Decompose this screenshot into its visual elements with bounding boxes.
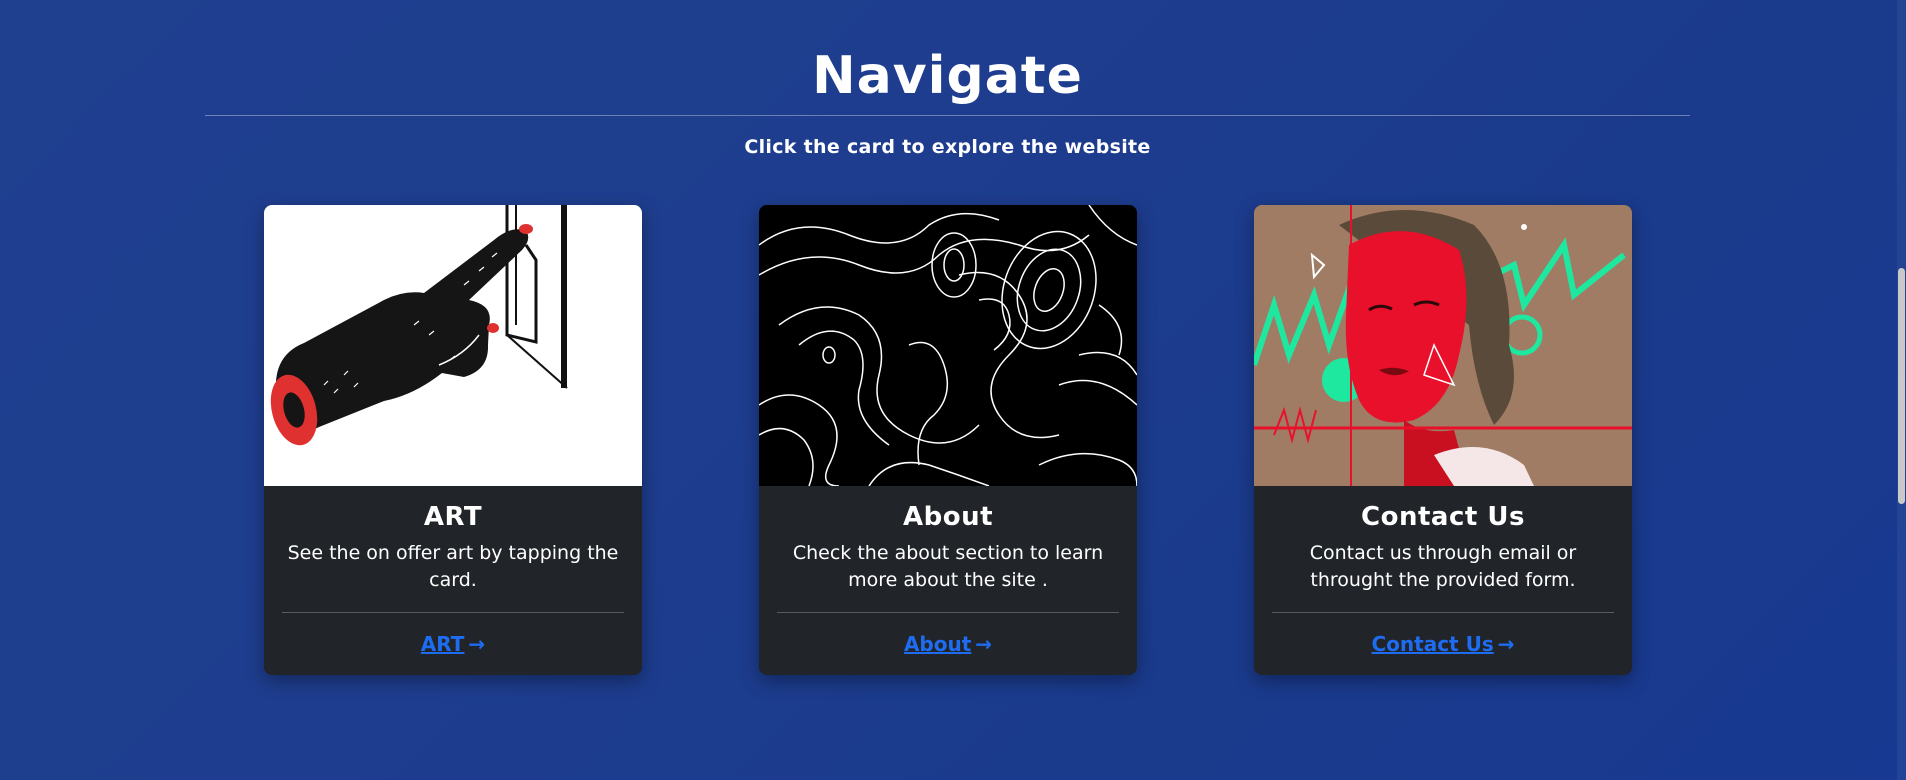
art-card[interactable]: ART See the on offer art by tapping the … <box>264 205 642 675</box>
portrait-illustration-icon <box>1254 205 1632 486</box>
arrow-right-icon: → <box>468 632 486 656</box>
contact-link[interactable]: Contact Us → <box>1254 632 1632 656</box>
card-title: ART <box>423 502 483 532</box>
link-label[interactable]: About <box>904 632 971 656</box>
pointing-hand-icon <box>264 205 642 486</box>
card-divider <box>282 612 624 613</box>
card-text: Contact us through email or throught the… <box>1309 542 1577 591</box>
card-title: Contact Us <box>1361 502 1525 532</box>
navigate-header: Navigate Click the card to explore the w… <box>205 46 1690 158</box>
page-subtitle: Click the card to explore the website <box>744 136 1151 158</box>
link-label[interactable]: ART <box>421 632 465 656</box>
topographic-lines-icon <box>759 205 1137 486</box>
link-label[interactable]: Contact Us <box>1371 632 1493 656</box>
about-card[interactable]: About Check the about section to learn m… <box>759 205 1137 675</box>
card-text: See the on offer art by tapping the card… <box>287 542 619 591</box>
arrow-right-icon: → <box>975 632 993 656</box>
card-title: About <box>902 502 994 532</box>
card-text: Check the about section to learn more ab… <box>792 542 1104 591</box>
card-divider <box>777 612 1119 613</box>
page-title: Navigate <box>812 46 1083 106</box>
header-divider <box>205 115 1690 116</box>
art-link[interactable]: ART → <box>264 632 642 656</box>
vertical-scrollbar[interactable] <box>1897 0 1906 780</box>
contact-card[interactable]: Contact Us Contact us through email or t… <box>1254 205 1632 675</box>
card-divider <box>1272 612 1614 613</box>
about-link[interactable]: About → <box>759 632 1137 656</box>
scrollbar-thumb[interactable] <box>1898 268 1905 504</box>
arrow-right-icon: → <box>1497 632 1515 656</box>
